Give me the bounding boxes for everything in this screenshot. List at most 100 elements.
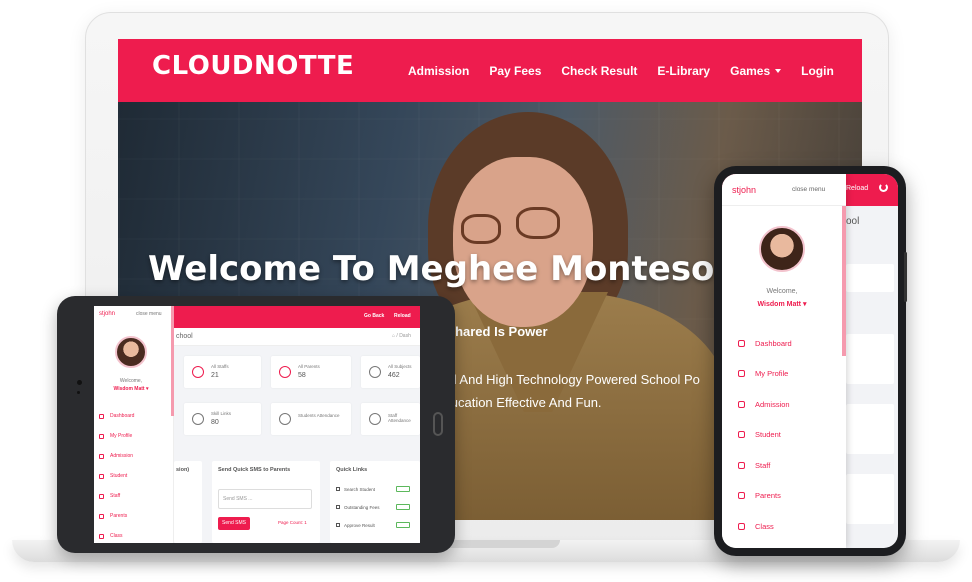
stat-label: All Staffs <box>211 364 229 369</box>
sidebar-item-admission[interactable]: Admission <box>738 389 792 420</box>
sidebar-menu: Dashboard My Profile Admission Student S… <box>738 328 792 542</box>
tablet-device: Go Back Reload chool ⌂ / Dash All Staffs… <box>57 296 455 553</box>
nav-pay-fees[interactable]: Pay Fees <box>489 64 541 78</box>
sidebar-item-label: Class <box>755 521 774 531</box>
quick-link-approve-result[interactable]: Approve Result <box>336 519 375 531</box>
link-tag[interactable] <box>396 504 410 510</box>
stat-label: All Parents <box>298 364 320 369</box>
stat-card-parents[interactable]: All Parents 58 <box>271 356 351 388</box>
avatar[interactable] <box>759 226 805 272</box>
tablet-camera <box>77 380 82 385</box>
graduation-icon <box>738 400 745 408</box>
stat-card-subjects[interactable]: All Subjects 462 <box>361 356 420 388</box>
stat-label: Skill Links <box>211 411 232 416</box>
tablet-screen: Go Back Reload chool ⌂ / Dash All Staffs… <box>94 306 420 543</box>
user-menu-toggle[interactable]: Wisdom Matt ▾ <box>722 300 842 308</box>
sidebar-item-label: Staff <box>755 460 771 470</box>
fees-icon <box>336 505 340 509</box>
class-icon <box>738 522 745 530</box>
sidebar-item-staff[interactable]: Staff <box>738 450 792 481</box>
staff-icon <box>738 461 745 469</box>
sidebar-item-student[interactable]: Student <box>99 466 134 486</box>
user-icon <box>99 433 104 439</box>
nav-login[interactable]: Login <box>801 64 834 78</box>
sidebar-item-label: Dashboard <box>755 338 792 348</box>
subjects-icon <box>369 366 381 378</box>
send-sms-button[interactable]: Send SMS <box>218 517 250 530</box>
tablet-sidebar: stjohn close menu Welcome, Wisdom Matt ▾… <box>94 306 174 543</box>
stat-value: 462 <box>388 372 400 379</box>
go-back-button[interactable]: Go Back <box>364 313 384 319</box>
tablet-topbar: Go Back Reload <box>174 306 420 328</box>
tablet-breadcrumb-bar: chool ⌂ / Dash <box>174 328 420 346</box>
nav-check-result[interactable]: Check Result <box>561 64 637 78</box>
stat-card-staffs[interactable]: All Staffs 21 <box>184 356 261 388</box>
sidebar-item-parents[interactable]: Parents <box>738 481 792 512</box>
sidebar-item-admission[interactable]: Admission <box>99 446 134 466</box>
quick-links-title: Quick Links <box>336 467 368 473</box>
clock-icon <box>279 413 291 425</box>
link-tag[interactable] <box>396 486 410 492</box>
graduation-icon <box>99 453 104 459</box>
approve-icon <box>336 523 340 527</box>
hero-title: Welcome To Meghee Montesorri <box>148 249 760 289</box>
nav-e-library[interactable]: E-Library <box>657 64 710 78</box>
sidebar-item-parents[interactable]: Parents <box>99 506 134 526</box>
stat-label: Students Attendance <box>298 413 340 418</box>
phone-brand[interactable]: stjohn <box>732 185 756 195</box>
welcome-text: Welcome, <box>119 378 143 384</box>
tablet-brand[interactable]: stjohn <box>99 311 115 317</box>
sidebar-item-label: Staff <box>110 493 121 499</box>
sidebar-item-my-profile[interactable]: My Profile <box>738 359 792 390</box>
nav-admission[interactable]: Admission <box>408 64 469 78</box>
phone-sidebar: stjohn close menu Welcome, Wisdom Matt ▾… <box>722 174 846 548</box>
breadcrumb[interactable]: ⌂ / Dash <box>392 333 411 339</box>
content-card <box>846 264 894 292</box>
quick-link-search-student[interactable]: Search Student <box>336 483 375 495</box>
stat-card-staff-attendance[interactable]: Staff Attendance <box>361 403 420 435</box>
brand-logo[interactable]: CLOUDNOTTE <box>152 51 354 81</box>
close-menu-button[interactable]: close menu <box>136 311 162 317</box>
phone-device: Reload ool stjohn close menu Welcome, Wi… <box>714 166 907 556</box>
phone-side-button[interactable] <box>904 252 907 302</box>
home-icon <box>99 413 104 419</box>
nav-links: Admission Pay Fees Check Result E-Librar… <box>408 39 834 102</box>
quick-link-outstanding-fees[interactable]: Outstanding Fees <box>336 501 380 513</box>
user-menu-toggle[interactable]: Wisdom Matt ▾ <box>94 386 168 392</box>
sidebar-scrollbar[interactable] <box>842 206 846 356</box>
stat-card-skill-links[interactable]: Skill Links 80 <box>184 403 261 435</box>
stat-value: 80 <box>211 419 219 426</box>
tablet-home-button[interactable] <box>433 412 443 436</box>
sidebar-item-class[interactable]: Class <box>738 511 792 542</box>
sms-input[interactable]: Send SMS ... <box>218 489 312 509</box>
device-mockup-stage: CLOUDNOTTE Admission Pay Fees Check Resu… <box>0 0 972 582</box>
stat-card-student-attendance[interactable]: Students Attendance <box>271 403 351 435</box>
close-menu-button[interactable]: close menu <box>792 186 825 193</box>
sidebar-item-label: Parents <box>755 491 781 501</box>
link-icon <box>192 413 204 425</box>
student-icon <box>99 473 104 479</box>
sidebar-item-staff[interactable]: Staff <box>99 486 134 506</box>
stat-value: 58 <box>298 372 306 379</box>
sidebar-item-class[interactable]: Class <box>99 526 134 543</box>
sidebar-item-label: Class <box>110 533 123 539</box>
sidebar-item-label: Admission <box>755 399 790 409</box>
nav-games-dropdown[interactable]: Games <box>730 63 782 78</box>
link-tag[interactable] <box>396 522 410 528</box>
panel-title: sion) <box>176 467 190 473</box>
sidebar-item-dashboard[interactable]: Dashboard <box>99 406 134 426</box>
staff-icon <box>99 493 104 499</box>
nav-games-label: Games <box>730 63 771 78</box>
power-icon[interactable] <box>879 183 888 192</box>
quick-link-label: Approve Result <box>344 522 375 528</box>
sidebar-item-student[interactable]: Student <box>738 420 792 451</box>
reload-button[interactable]: Reload <box>846 185 868 192</box>
avatar[interactable] <box>115 336 147 368</box>
sidebar-item-my-profile[interactable]: My Profile <box>99 426 134 446</box>
reload-button[interactable]: Reload <box>394 313 411 319</box>
sms-panel: Send Quick SMS to Parents Send SMS ... S… <box>212 461 320 543</box>
sidebar-item-dashboard[interactable]: Dashboard <box>738 328 792 359</box>
sidebar-scrollbar[interactable] <box>171 306 174 416</box>
top-navbar: CLOUDNOTTE Admission Pay Fees Check Resu… <box>118 39 862 102</box>
phone-screen: Reload ool stjohn close menu Welcome, Wi… <box>722 174 898 548</box>
